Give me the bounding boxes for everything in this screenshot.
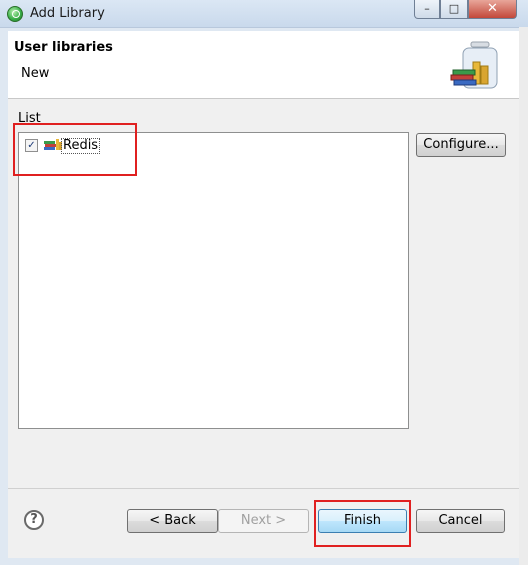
library-jar-icon: [450, 41, 498, 89]
close-button[interactable]: ✕: [468, 0, 517, 19]
cancel-button[interactable]: Cancel: [416, 509, 505, 533]
maximize-icon: □: [448, 2, 460, 15]
window-title: Add Library: [30, 6, 105, 21]
minimize-icon: –: [424, 2, 430, 15]
configure-button[interactable]: Configure...: [416, 133, 506, 157]
next-button[interactable]: Next >: [218, 509, 309, 533]
close-icon: ✕: [487, 1, 498, 16]
wizard-header: User libraries New: [8, 31, 519, 99]
user-library-icon: [44, 139, 62, 150]
page-subtitle: New: [21, 66, 50, 81]
checkbox-redis[interactable]: ✓: [25, 139, 38, 152]
background-window-edge: [519, 27, 528, 565]
help-icon[interactable]: ?: [24, 510, 44, 530]
finish-button[interactable]: Finish: [318, 509, 407, 533]
list-item-label: Redis: [61, 138, 101, 154]
eclipse-app-icon: [7, 6, 23, 22]
library-list[interactable]: ✓ Redis: [18, 132, 409, 429]
maximize-button[interactable]: □: [440, 0, 468, 19]
minimize-button[interactable]: –: [414, 0, 440, 19]
back-button[interactable]: < Back: [127, 509, 218, 533]
list-label: List: [18, 111, 41, 126]
add-library-dialog: Add Library – □ ✕ User libraries New Lis…: [0, 0, 528, 565]
title-bar: Add Library – □ ✕: [0, 0, 528, 28]
page-title: User libraries: [14, 40, 113, 55]
